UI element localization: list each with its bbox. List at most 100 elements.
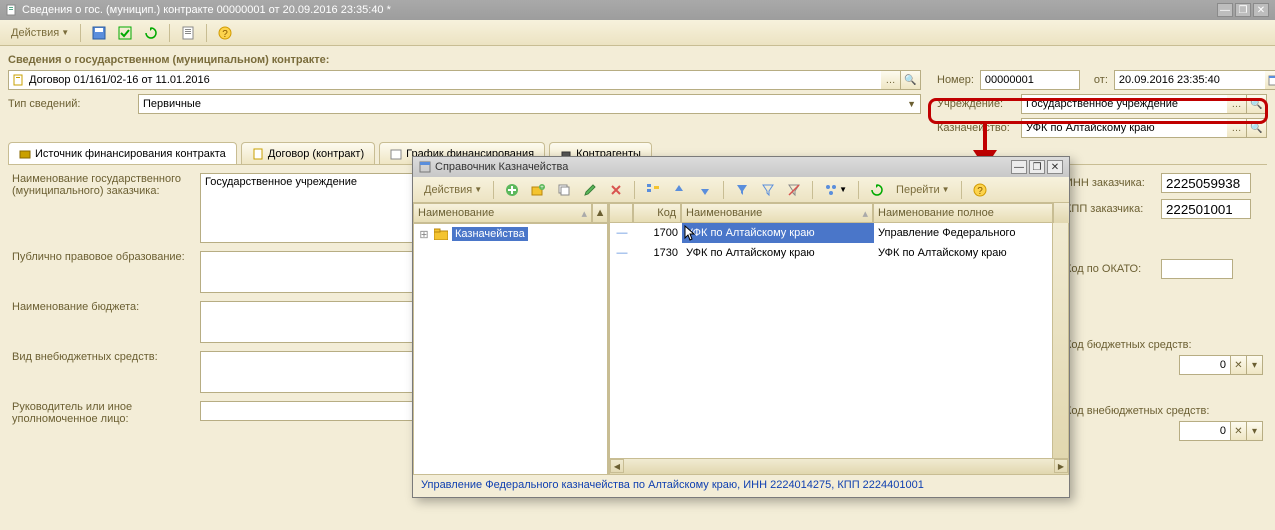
treasury-select-button[interactable]: … (1227, 118, 1247, 138)
org-select-button[interactable]: … (1227, 94, 1247, 114)
modal-close-button[interactable]: ✕ (1047, 160, 1063, 174)
modal-actions-menu[interactable]: Действия ▼ (419, 180, 487, 200)
main-toolbar: Действия ▼ ? (0, 20, 1275, 46)
folder-icon (434, 228, 448, 240)
grid-header-fullname[interactable]: Наименование полное (873, 203, 1053, 223)
post-icon[interactable] (113, 23, 137, 43)
grid-body-vscroll[interactable] (1052, 223, 1068, 458)
close-button[interactable]: ✕ (1253, 3, 1269, 17)
treasury-lookup-modal: Справочник Казначейства — ❐ ✕ Действия ▼… (412, 156, 1070, 498)
tree-root-row[interactable]: ⊞ Казначейства (414, 224, 607, 244)
copy-icon[interactable] (552, 180, 576, 200)
kpp-label: КПП заказчика: (1065, 203, 1161, 215)
org-search-button[interactable]: 🔍 (1247, 94, 1267, 114)
okato-label: Код по ОКАТО: (1065, 263, 1161, 275)
extra-code-label: Код внебюджетных средств: (1065, 405, 1209, 417)
extra-code-input[interactable] (1179, 421, 1231, 441)
date-input[interactable] (1114, 70, 1265, 90)
date-label: от: (1094, 74, 1108, 86)
budget-code-spin[interactable]: ▾ (1247, 355, 1263, 375)
add-icon[interactable] (500, 180, 524, 200)
svg-text:+: + (540, 185, 544, 191)
number-input[interactable] (980, 70, 1080, 90)
grid-header-code[interactable]: Код (633, 203, 681, 223)
tree-root-label: Казначейства (452, 227, 528, 241)
grid-header-marker (609, 203, 633, 223)
modal-minimize-button[interactable]: — (1011, 160, 1027, 174)
refresh-modal-icon[interactable] (865, 180, 889, 200)
section-title: Сведения о государственном (муниципально… (8, 54, 1259, 66)
budget-code-clear[interactable]: ✕ (1231, 355, 1247, 375)
tree-mode-icon[interactable]: ▼ (819, 180, 852, 200)
filter-off-icon[interactable] (782, 180, 806, 200)
budget-code-label: Код бюджетных средств: (1065, 339, 1192, 351)
treasury-input[interactable] (1021, 118, 1227, 138)
tree-header-name[interactable]: Наименование▴ (413, 203, 592, 223)
maximize-button[interactable]: ❐ (1235, 3, 1251, 17)
inn-input[interactable] (1161, 173, 1251, 193)
report-icon[interactable] (176, 23, 200, 43)
number-label: Номер: (937, 74, 974, 86)
head-label: Руководитель или иное уполномоченное лиц… (12, 401, 192, 425)
kpp-input[interactable] (1161, 199, 1251, 219)
refresh-icon[interactable] (139, 23, 163, 43)
hierarchy-icon[interactable] (641, 180, 665, 200)
grid-header-name[interactable]: Наименование▴ (681, 203, 873, 223)
modal-help-icon[interactable]: ? (968, 180, 992, 200)
treasury-label: Казначейство: (937, 122, 1015, 134)
move-up-icon[interactable] (667, 180, 691, 200)
add-group-icon[interactable]: + (526, 180, 550, 200)
contract-field[interactable]: Договор 01/161/02-16 от 11.01.2016 (8, 70, 881, 90)
okato-input[interactable] (1161, 259, 1233, 279)
item-icon: — (617, 247, 628, 259)
budget-code-input[interactable] (1179, 355, 1231, 375)
svg-text:?: ? (977, 186, 983, 197)
modal-titlebar: Справочник Казначейства — ❐ ✕ (413, 157, 1069, 177)
delete-icon[interactable] (604, 180, 628, 200)
treasury-search-button[interactable]: 🔍 (1247, 118, 1267, 138)
chevron-down-icon: ▼ (907, 99, 916, 109)
tab-funding-source[interactable]: Источник финансирования контракта (8, 142, 237, 164)
help-icon[interactable]: ? (213, 23, 237, 43)
modal-toolbar: Действия ▼ + ▼ Перейти ▼ ? (413, 177, 1069, 203)
type-dropdown[interactable]: Первичные ▼ (138, 94, 921, 114)
doc-icon (13, 74, 25, 86)
tree-header-spacer: ▲ (592, 203, 608, 223)
type-label: Тип сведений: (8, 98, 130, 110)
actions-menu[interactable]: Действия ▼ (6, 23, 74, 43)
extra-type-label: Вид внебюджетных средств: (12, 351, 192, 393)
inn-label: ИНН заказчика: (1065, 177, 1161, 189)
contract-search-button[interactable]: 🔍 (901, 70, 921, 90)
extra-code-clear[interactable]: ✕ (1231, 421, 1247, 441)
calendar-button[interactable] (1265, 70, 1275, 90)
move-down-icon[interactable] (693, 180, 717, 200)
grid-row[interactable]: — 1700 УФК по Алтайскому краю Управление… (610, 223, 1068, 243)
grid-body-hscroll[interactable]: ◀ ▶ (610, 458, 1068, 474)
grid-cell-selected: УФК по Алтайскому краю (682, 223, 874, 243)
contract-select-button[interactable]: … (881, 70, 901, 90)
grid-vscroll[interactable] (1053, 203, 1069, 223)
go-menu[interactable]: Перейти ▼ (891, 180, 955, 200)
save-icon[interactable] (87, 23, 111, 43)
expand-icon[interactable]: ⊞ (418, 228, 430, 241)
minimize-button[interactable]: — (1217, 3, 1233, 17)
public-law-label: Публично правовое образование: (12, 251, 192, 293)
modal-title: Справочник Казначейства (435, 161, 568, 173)
modal-maximize-button[interactable]: ❐ (1029, 160, 1045, 174)
cursor-icon (684, 225, 698, 241)
grid-row[interactable]: — 1730 УФК по Алтайскому краю УФК по Алт… (610, 243, 1068, 263)
tab-contract[interactable]: Договор (контракт) (241, 142, 375, 164)
window-title: Сведения о гос. (муницип.) контракте 000… (22, 4, 391, 16)
filter1-icon[interactable] (730, 180, 754, 200)
modal-status-line: Управление Федерального казначейства по … (413, 475, 1069, 495)
budget-name-label: Наименование бюджета: (12, 301, 192, 343)
window-titlebar: Сведения о гос. (муницип.) контракте 000… (0, 0, 1275, 20)
window-icon (419, 161, 431, 173)
customer-name-label: Наименование государственного (муниципал… (12, 173, 192, 243)
edit-icon[interactable] (578, 180, 602, 200)
filter2-icon[interactable] (756, 180, 780, 200)
org-label: Учреждение: (937, 98, 1015, 110)
org-input[interactable] (1021, 94, 1227, 114)
item-icon: — (617, 227, 628, 239)
extra-code-spin[interactable]: ▾ (1247, 421, 1263, 441)
